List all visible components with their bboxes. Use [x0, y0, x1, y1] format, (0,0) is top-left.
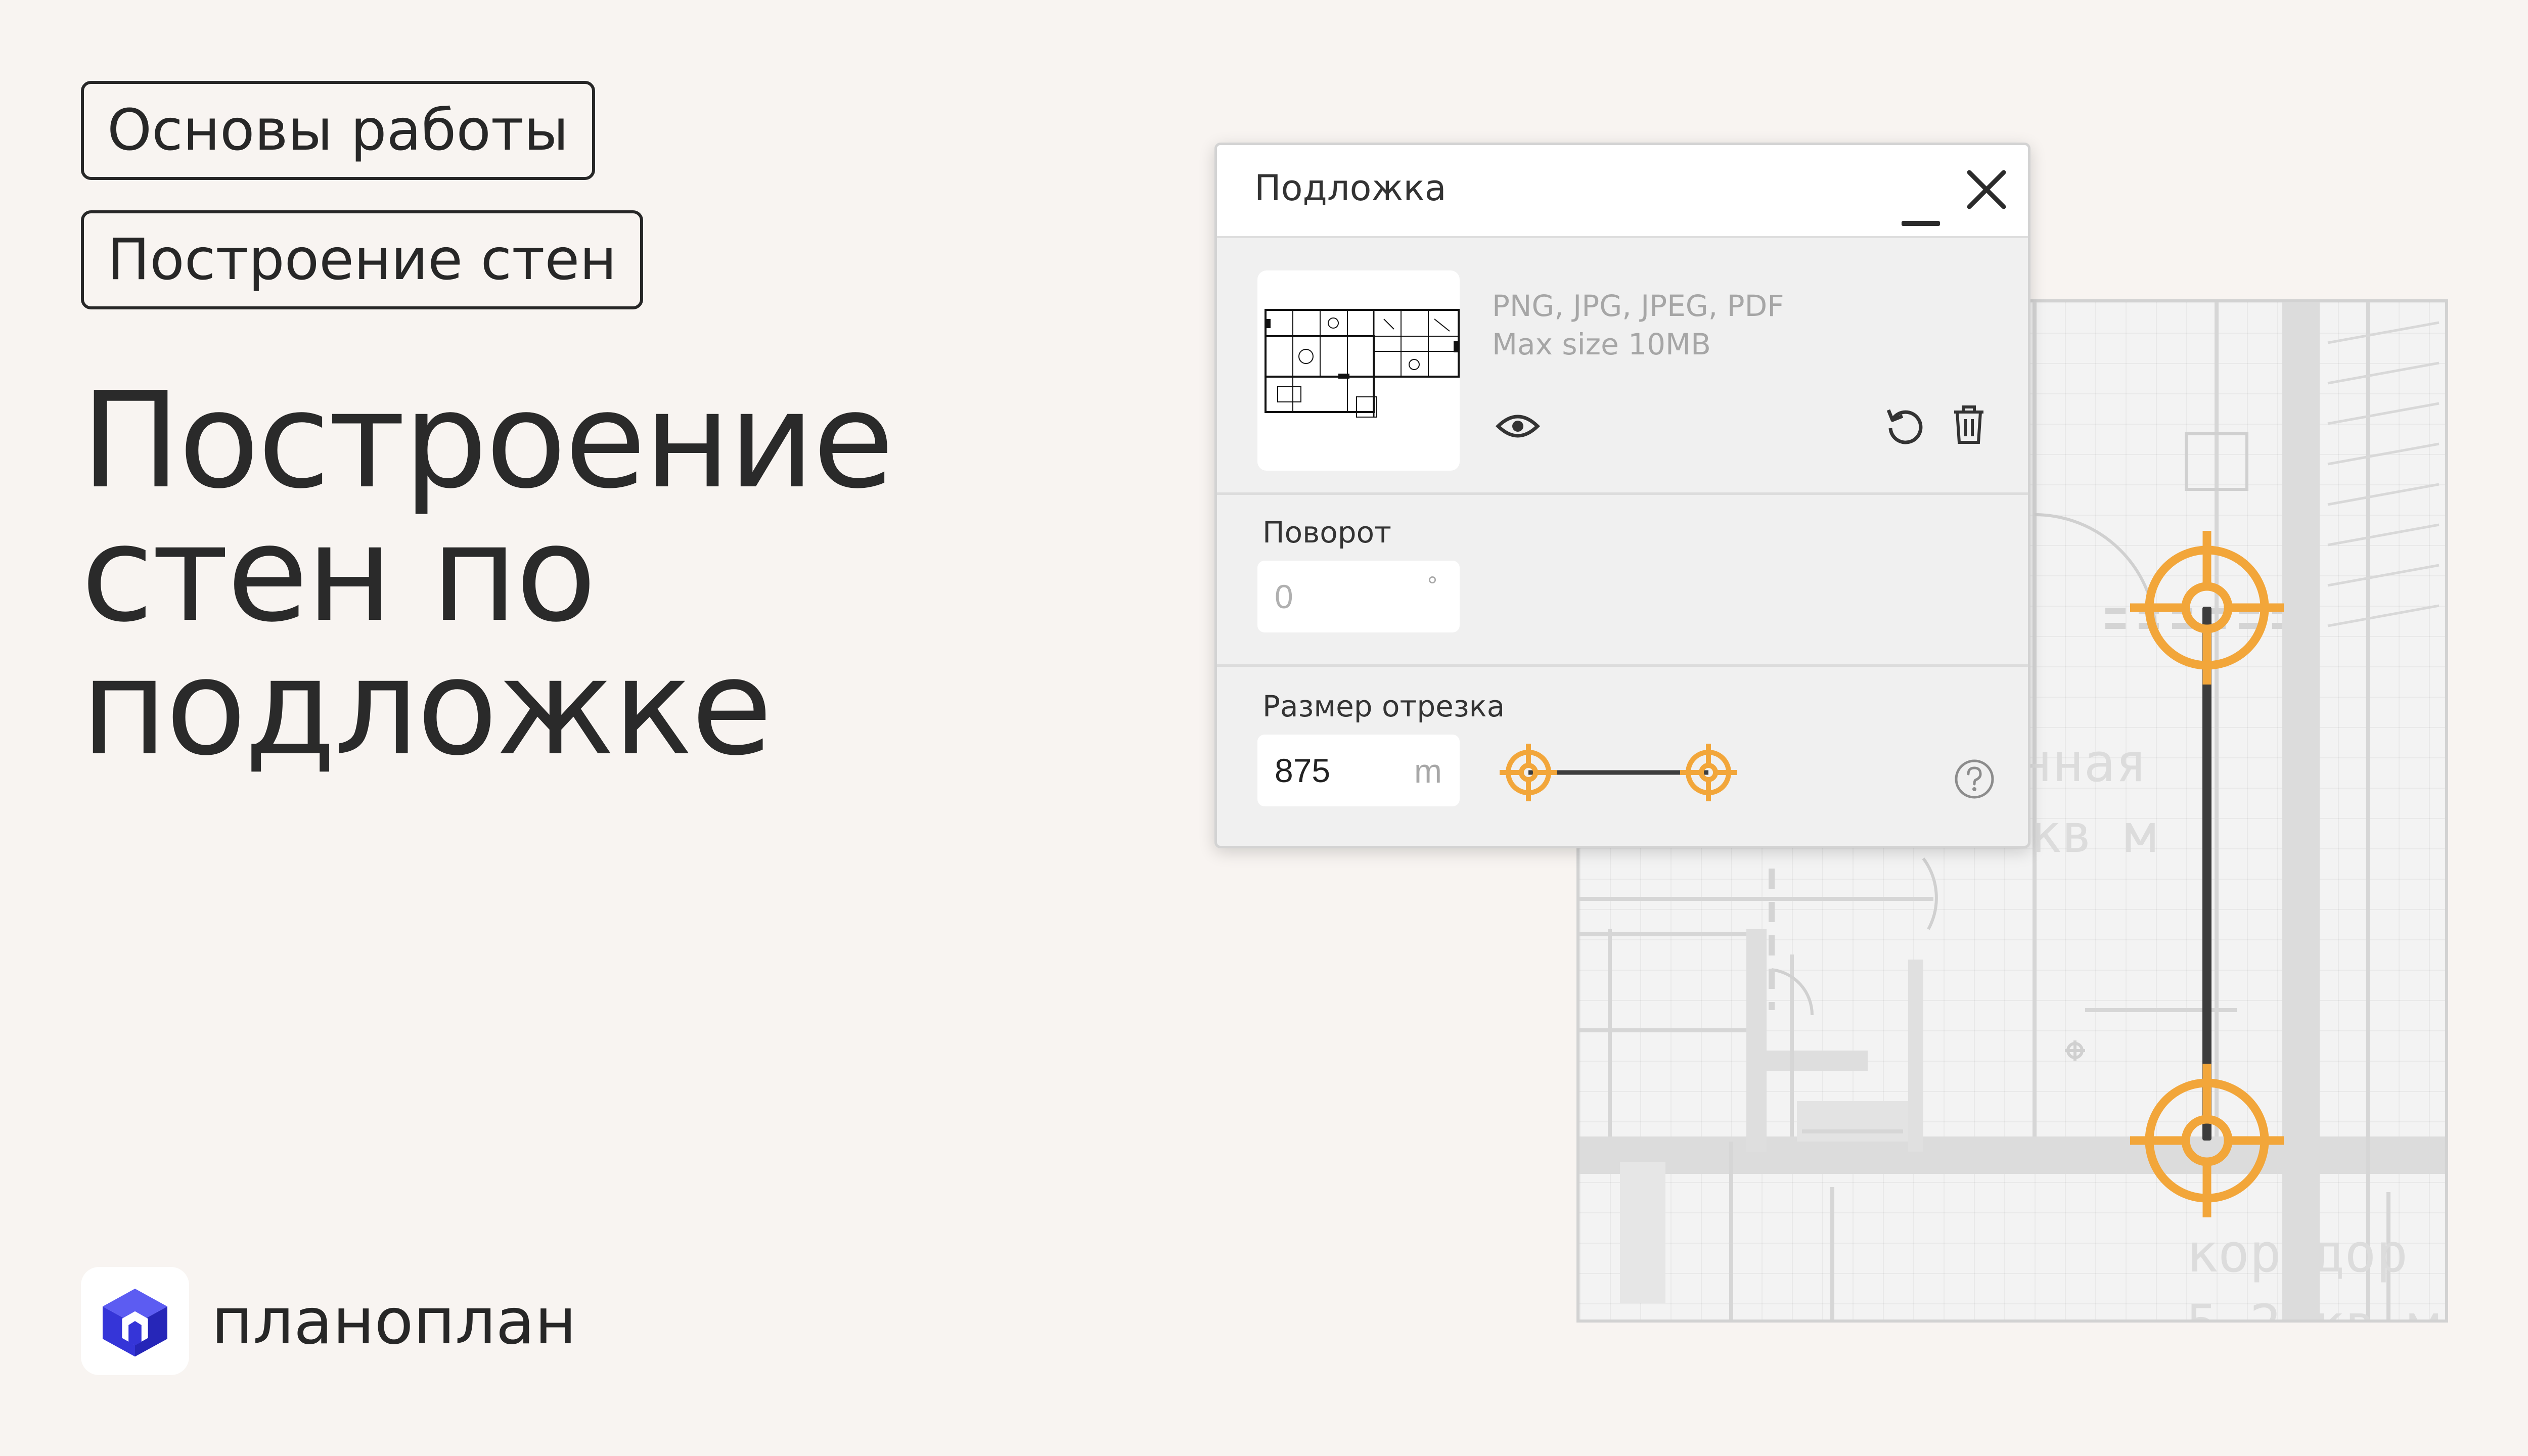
- brand-name: планоплан: [211, 1284, 577, 1358]
- minimize-button[interactable]: [1902, 188, 1940, 228]
- underlay-dialog: Подложка PNG, JPG, JPEG, PDF Max size 10…: [1214, 143, 2030, 848]
- dialog-header[interactable]: Подложка: [1217, 145, 2028, 238]
- file-section: PNG, JPG, JPEG, PDF Max size 10MB: [1217, 238, 2028, 495]
- crosshair-icon-top[interactable]: [2130, 531, 2284, 685]
- tag-basics: Основы работы: [81, 81, 595, 180]
- crosshair-icon-bottom[interactable]: [2130, 1064, 2284, 1217]
- supported-formats: PNG, JPG, JPEG, PDF Max size 10MB: [1492, 287, 1784, 363]
- plan-corridor-area-label: 5.2 кв м: [2186, 1293, 2440, 1320]
- max-size-line: Max size 10MB: [1492, 327, 1711, 361]
- segment-size-label: Размер отрезка: [1262, 689, 1505, 723]
- brand: планоплан: [81, 1267, 576, 1375]
- rotation-label: Поворот: [1262, 515, 1391, 550]
- reset-rotation-icon[interactable]: [1883, 403, 1926, 445]
- hero-title: Построение стен по подложке: [81, 363, 894, 785]
- plan-room-label: нная: [2020, 732, 2147, 794]
- formats-line: PNG, JPG, JPEG, PDF: [1492, 289, 1784, 323]
- plan-room-area-label: кв м: [2029, 803, 2156, 864]
- segment-size-section: Размер отрезка m: [1217, 667, 2028, 846]
- close-icon[interactable]: [1965, 168, 2008, 211]
- brand-logo-icon: [81, 1267, 189, 1375]
- segment-size-unit: m: [1414, 752, 1442, 790]
- help-icon[interactable]: [1953, 758, 1996, 800]
- eye-icon[interactable]: [1495, 410, 1541, 442]
- rotation-section: Поворот °: [1217, 495, 2028, 667]
- rotation-unit: °: [1427, 571, 1437, 600]
- tag-wall-building: Построение стен: [81, 210, 643, 309]
- trash-icon[interactable]: [1952, 403, 1985, 445]
- floor-plan-thumbnail-image: [1265, 309, 1460, 418]
- segment-measure-icon[interactable]: [1497, 740, 1740, 805]
- underlay-thumbnail[interactable]: [1257, 270, 1460, 471]
- measurement-line[interactable]: [2202, 607, 2211, 1141]
- plan-room-label-corridor: коридор: [2186, 1222, 2408, 1284]
- dialog-title: Подложка: [1254, 167, 1447, 209]
